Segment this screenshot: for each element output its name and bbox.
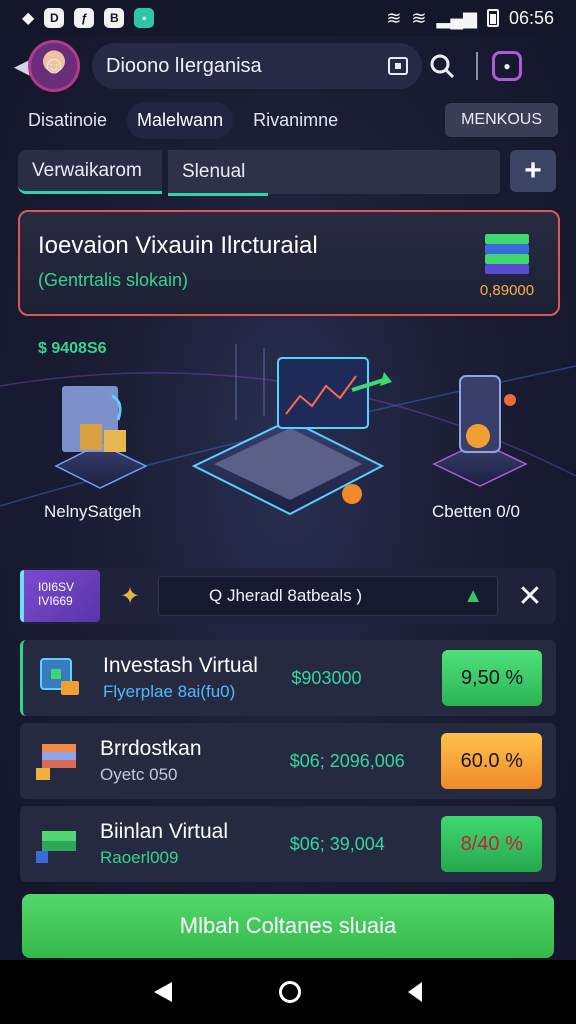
promo-tag-line1: I0I6SV [38, 580, 75, 594]
list-item[interactable]: Biinlan Virtual Raoerl009 $06; 39,004 8/… [20, 806, 556, 882]
illustration-amount: $ 9408S6 [38, 340, 107, 357]
app-icon-2: ƒ [74, 8, 95, 28]
person-icon: ▲ [463, 584, 483, 607]
row-amount: $06; 39,004 [289, 833, 385, 854]
window-icon[interactable] [388, 57, 408, 75]
notice-message[interactable]: Q Jheradl 8atbeals ) ▲ [158, 576, 498, 616]
menu-button[interactable]: MENKOUS [445, 103, 558, 137]
row-name: Brrdostkan [100, 737, 202, 760]
hero-amount: 0,89000 [479, 282, 535, 299]
system-nav-bar [0, 960, 576, 1024]
promo-tag[interactable]: I0I6SV IVI669 [20, 570, 100, 622]
app-header: ◀ ☺ Dioono lIerganisa ● [0, 36, 576, 96]
document-icon [37, 655, 83, 701]
close-button[interactable]: ✕ [508, 579, 552, 614]
tab-malelwann[interactable]: Malelwann [127, 101, 234, 139]
list-item[interactable]: Brrdostkan Oyetc 050 $06; 2096,006 60.0 … [20, 723, 556, 799]
notification-icon: ◆ [22, 10, 35, 27]
chevron-left-icon[interactable]: ◀ [14, 54, 29, 79]
header-divider [476, 52, 478, 80]
list-item[interactable]: Investash Virtual Flyerplae 8ai(fu0) $90… [20, 640, 556, 716]
row-name: Biinlan Virtual [100, 820, 229, 843]
signal-icon: ▂▄▆ [436, 7, 477, 28]
gamepad-icon: ▪ [134, 8, 155, 28]
nav-recent-icon[interactable] [408, 982, 423, 1002]
clock: 06:56 [508, 7, 554, 28]
status-bar-notification-icons: ◆ D ƒ B ▪ [22, 8, 155, 28]
row-percent-button[interactable]: 8/40 % [441, 816, 543, 872]
illustration: $ 9408S6 NelnySatgeh Cbetten 0/0 [0, 326, 576, 560]
notice-text: Q Jheradl 8atbeals ) [209, 586, 363, 605]
filter-left[interactable]: Verwaikarom [18, 150, 162, 194]
status-bar-indicators: ≋ ≋ ▂▄▆ 06:56 [386, 8, 554, 29]
status-bar: ◆ D ƒ B ▪ ≋ ≋ ▂▄▆ 06:56 [0, 0, 576, 36]
hero-card[interactable]: Ioevaion Vixauin Ilrcturaial (Gentrtalis… [18, 210, 560, 316]
hero-badge: 0,89000 [472, 234, 542, 299]
hero-title: Ioevaion Vixauin Ilrcturaial [38, 232, 318, 259]
row-amount: $903000 [291, 667, 362, 688]
app-title: Dioono lIerganisa [106, 54, 262, 77]
battery-icon [486, 9, 499, 27]
tab-disatinoie[interactable]: Disatinoie [18, 102, 117, 139]
add-button[interactable]: + [510, 150, 556, 192]
app-icon-1: D [44, 8, 65, 28]
row-amount: $06; 2096,006 [289, 750, 405, 771]
book-stack-icon [34, 738, 80, 784]
cash-icon [34, 821, 80, 867]
nav-back-icon[interactable] [153, 982, 172, 1002]
row-name: Investash Virtual [103, 654, 258, 677]
notice-bar: I0I6SV IVI669 ✦ Q Jheradl 8atbeals ) ▲ ✕ [20, 568, 556, 624]
hero-subtitle: (Gentrtalis slokain) [38, 270, 189, 290]
promo-tag-line2: IVI669 [38, 594, 73, 608]
primary-cta-button[interactable]: Mlbah Coltanes sluaia [22, 894, 554, 958]
avatar[interactable]: ☺ [28, 40, 80, 92]
laptop-platform-icon [191, 344, 392, 516]
tab-rivanimne[interactable]: Rivanimne [243, 102, 348, 139]
illustration-caption-left: NelnySatgeh [44, 502, 142, 521]
filter-row: Verwaikarom Slenual + [18, 150, 558, 196]
search-button[interactable] [422, 46, 462, 86]
app-icon-3: B [104, 8, 125, 28]
row-sub: Raoerl009 [100, 848, 179, 867]
tab-bar: Disatinoie Malelwann Rivanimne MENKOUS [18, 100, 558, 140]
row-percent-button[interactable]: 9,50 % [442, 650, 542, 706]
wifi-icon-2: ≋ [411, 7, 427, 28]
server-platform-icon [54, 386, 148, 489]
search-icon [430, 54, 455, 79]
illustration-caption-right: Cbetten 0/0 [432, 502, 520, 521]
cash-stack-icon [485, 234, 529, 274]
wifi-icon: ≋ [386, 7, 402, 28]
app-title-bar[interactable]: Dioono lIerganisa [92, 43, 422, 89]
shield-icon[interactable]: ● [492, 51, 522, 81]
nav-home-icon[interactable] [278, 981, 301, 1003]
row-sub: Flyerplae 8ai(fu0) [103, 682, 236, 701]
row-sub: Oyetc 050 [100, 765, 178, 784]
puzzle-icon: ✦ [119, 582, 141, 610]
phone-platform-icon [432, 375, 528, 487]
illustration-graphic [0, 344, 576, 516]
filter-right[interactable]: Slenual [168, 150, 500, 196]
row-percent-button[interactable]: 60.0 % [441, 733, 543, 789]
